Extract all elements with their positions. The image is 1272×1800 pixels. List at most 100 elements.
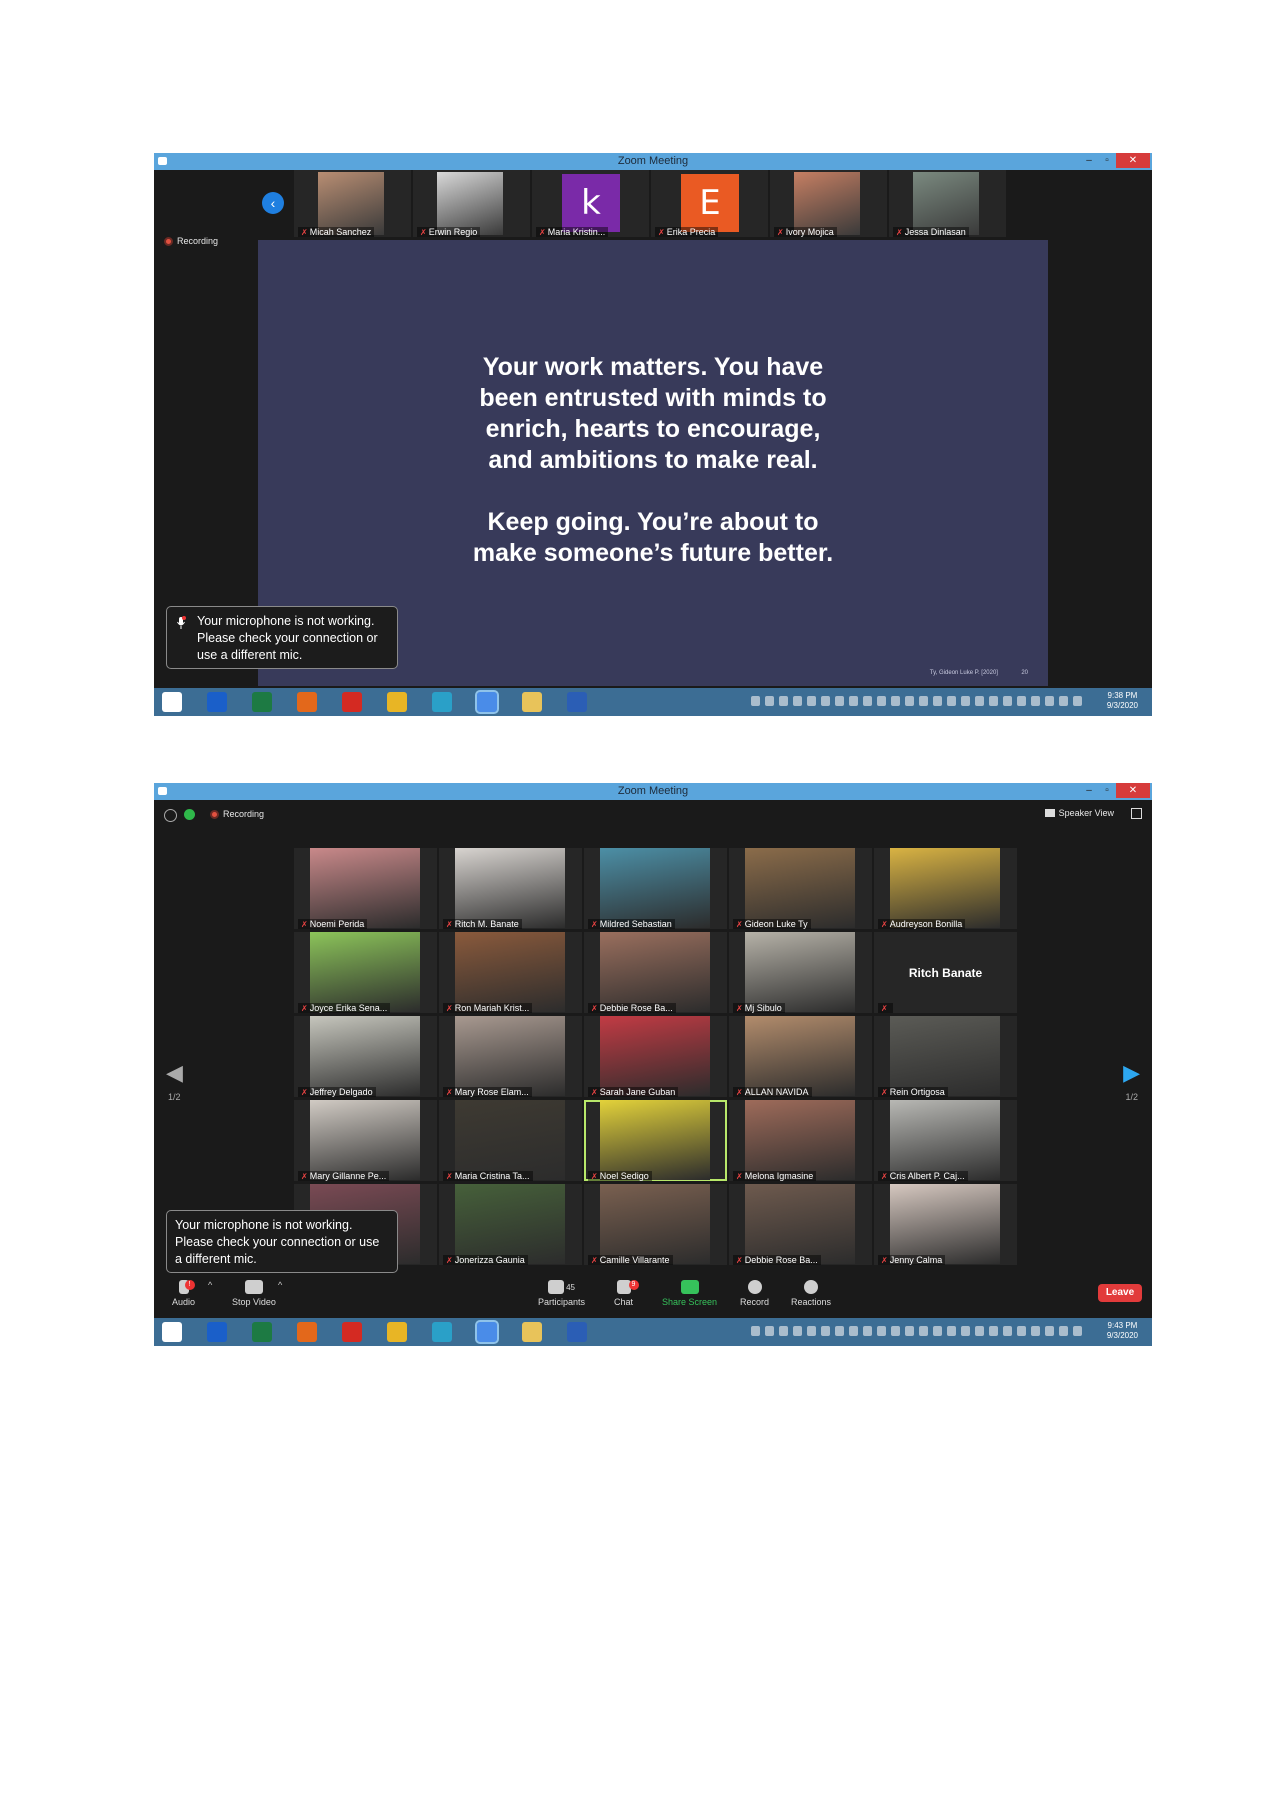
participant-thumbnail[interactable]: k ✗ Maria Kristin... [532, 170, 649, 237]
shield-icon[interactable] [184, 809, 195, 820]
leave-button[interactable]: Leave [1098, 1284, 1142, 1302]
participant-name: ✗ Ron Mariah Krist... [443, 1003, 533, 1013]
file-explorer-icon[interactable] [522, 692, 542, 712]
participant-tile[interactable]: ✗ Rein Ortigosa [874, 1016, 1017, 1097]
close-icon[interactable]: ✕ [1116, 783, 1150, 798]
zoom-icon[interactable] [475, 690, 499, 714]
stop-video-button[interactable]: Stop Video [232, 1280, 276, 1307]
muted-mic-icon: ✗ [446, 1172, 453, 1181]
participant-video [455, 1016, 565, 1096]
next-page-icon[interactable]: ▶ [1123, 1060, 1140, 1086]
participant-tile[interactable]: ✗ Joyce Erika Sena... [294, 932, 437, 1013]
participant-tile[interactable]: ✗ Mary Gillanne Pe... [294, 1100, 437, 1181]
participant-name: ✗ Jonerizza Gaunia [443, 1255, 528, 1265]
participant-tile[interactable]: ✗ Jonerizza Gaunia [439, 1184, 582, 1265]
participant-tile[interactable]: ✗ Gideon Luke Ty [729, 848, 872, 929]
fullscreen-icon[interactable] [1131, 808, 1142, 819]
share-screen-button[interactable]: Share Screen [662, 1280, 717, 1307]
participant-video [745, 932, 855, 1012]
participant-thumbnail[interactable]: ✗ Erwin Regio [413, 170, 530, 237]
participant-tile[interactable]: ✗ Camille Villarante [584, 1184, 727, 1265]
participant-thumbnail[interactable]: ✗ Jessa Dinlasan [889, 170, 1006, 237]
slide-text: Your work matters. You have been entrust… [472, 353, 834, 567]
participant-tile[interactable]: ✗ Audreyson Bonilla [874, 848, 1017, 929]
participant-tile[interactable]: Ritch Banate ✗ [874, 932, 1017, 1013]
participant-tile[interactable]: ✗ Jenny Calma [874, 1184, 1017, 1265]
participant-thumbnail[interactable]: ✗ Micah Sanchez [294, 170, 411, 237]
participant-video [600, 848, 710, 928]
speaker-view-button[interactable]: Speaker View [1044, 808, 1114, 818]
participant-tile[interactable]: ✗ Noel Sedigo [584, 1100, 727, 1181]
acrobat-icon[interactable] [342, 692, 362, 712]
edge-icon[interactable] [432, 692, 452, 712]
participant-tile[interactable]: ✗ Noemi Perida [294, 848, 437, 929]
participants-button[interactable]: 45 Participants [538, 1280, 585, 1307]
previous-page-icon[interactable]: ◀ [166, 1060, 183, 1086]
record-button[interactable]: Record [740, 1280, 769, 1307]
acrobat-icon[interactable] [342, 1322, 362, 1342]
windows-start-icon[interactable] [162, 692, 182, 712]
chrome-icon[interactable] [387, 692, 407, 712]
taskbar-clock[interactable]: 9:43 PM 9/3/2020 [1107, 1321, 1138, 1341]
participant-name: ✗ Noel Sedigo [588, 1171, 652, 1181]
participant-tile[interactable]: ✗ Melona Igmasine [729, 1100, 872, 1181]
minimize-icon[interactable]: – [1080, 783, 1098, 798]
file-explorer-icon[interactable] [522, 1322, 542, 1342]
zoom-icon[interactable] [475, 1320, 499, 1344]
muted-mic-icon: ✗ [420, 228, 427, 237]
participant-tile[interactable]: ✗ Mj Sibulo [729, 932, 872, 1013]
participant-tile[interactable]: ✗ Debbie Rose Ba... [584, 932, 727, 1013]
minimize-icon[interactable]: – [1080, 153, 1098, 168]
maximize-icon[interactable]: ▫ [1098, 783, 1116, 798]
windows-start-icon[interactable] [162, 1322, 182, 1342]
chrome-icon[interactable] [387, 1322, 407, 1342]
participant-thumbnail[interactable]: ✗ Ivory Mojica [770, 170, 887, 237]
participant-video [890, 1100, 1000, 1180]
participant-name: ✗ Jenny Calma [878, 1255, 946, 1265]
maxthon-icon[interactable] [207, 1322, 227, 1342]
chevron-left-icon[interactable]: ‹ [262, 192, 284, 214]
participant-tile[interactable]: ✗ Sarah Jane Guban [584, 1016, 727, 1097]
maximize-icon[interactable]: ▫ [1098, 153, 1116, 168]
word-icon[interactable] [567, 692, 587, 712]
participant-name: ✗ Erika Precia [655, 227, 719, 237]
record-icon [747, 1280, 762, 1294]
participant-tile[interactable]: ✗ Maria Cristina Ta... [439, 1100, 582, 1181]
participant-tile[interactable]: ✗ Ritch M. Banate [439, 848, 582, 929]
close-icon[interactable]: ✕ [1116, 153, 1150, 168]
muted-mic-icon: ✗ [446, 1256, 453, 1265]
audio-button[interactable]: ! Audio [172, 1280, 195, 1307]
firefox-icon[interactable] [297, 1322, 317, 1342]
share-screen-label: Share Screen [662, 1297, 718, 1307]
maxthon-icon[interactable] [207, 692, 227, 712]
participant-tile[interactable]: ✗ Ron Mariah Krist... [439, 932, 582, 1013]
firefox-icon[interactable] [297, 692, 317, 712]
excel-icon[interactable] [252, 1322, 272, 1342]
participant-tile[interactable]: ✗ ALLAN NAVIDA [729, 1016, 872, 1097]
taskbar-clock[interactable]: 9:38 PM 9/3/2020 [1107, 691, 1138, 711]
mic-warning-toast[interactable]: Your microphone is not working. Please c… [166, 1210, 398, 1273]
participant-video [600, 932, 710, 1012]
word-icon[interactable] [567, 1322, 587, 1342]
mic-warning-toast[interactable]: Your microphone is not working. Please c… [166, 606, 398, 669]
chat-button[interactable]: 9 Chat [614, 1280, 639, 1307]
participant-tile[interactable]: ✗ Jeffrey Delgado [294, 1016, 437, 1097]
participant-name: ✗ Erwin Regio [417, 227, 481, 237]
system-tray [751, 696, 1082, 706]
audio-options-chevron-icon[interactable]: ^ [208, 1280, 212, 1290]
reactions-label: Reactions [791, 1297, 832, 1307]
info-icon[interactable] [164, 809, 177, 822]
system-tray [751, 1326, 1082, 1336]
participant-tile[interactable]: ✗ Mildred Sebastian [584, 848, 727, 929]
muted-mic-icon: ✗ [736, 920, 743, 929]
edge-icon[interactable] [432, 1322, 452, 1342]
muted-mic-icon: ✗ [301, 1004, 308, 1013]
participant-tile[interactable]: ✗ Cris Albert P. Caj... [874, 1100, 1017, 1181]
participant-thumbnail[interactable]: E ✗ Erika Precia [651, 170, 768, 237]
chat-label: Chat [614, 1297, 634, 1307]
video-options-chevron-icon[interactable]: ^ [278, 1280, 282, 1290]
excel-icon[interactable] [252, 692, 272, 712]
reactions-button[interactable]: Reactions [791, 1280, 831, 1307]
participant-tile[interactable]: ✗ Debbie Rose Ba... [729, 1184, 872, 1265]
participant-tile[interactable]: ✗ Mary Rose Elam... [439, 1016, 582, 1097]
